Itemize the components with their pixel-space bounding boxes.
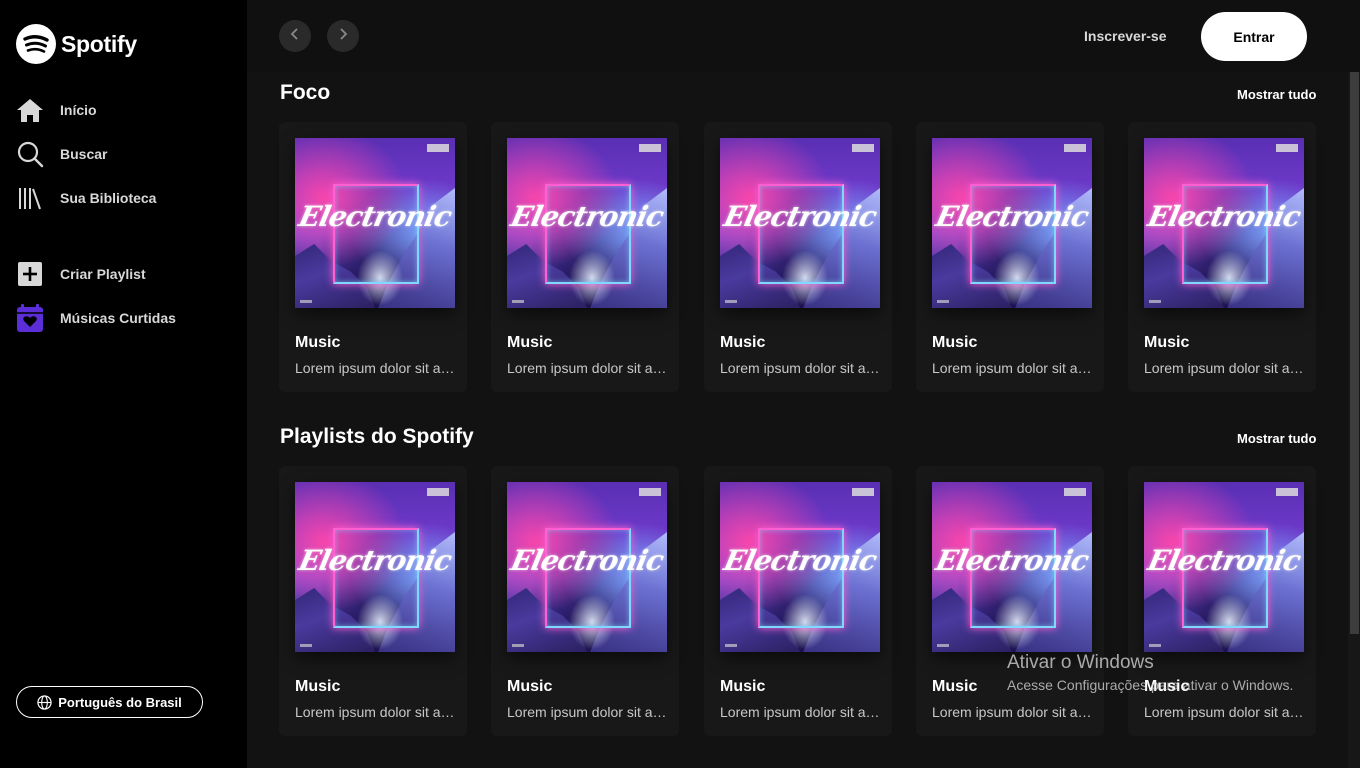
- globe-icon: [37, 694, 52, 710]
- cover-art-text: Electronic: [1144, 544, 1304, 577]
- forward-button[interactable]: [327, 20, 359, 52]
- cover-label-badge: [427, 144, 449, 152]
- signup-link[interactable]: Inscrever-se: [1084, 28, 1167, 44]
- home-icon: [16, 96, 44, 124]
- section-title[interactable]: Foco: [280, 81, 330, 105]
- playlist-card[interactable]: Electronic Music Lorem ipsum dolor sit a…: [1128, 122, 1316, 392]
- cover-label-badge: [1276, 144, 1298, 152]
- playlist-card[interactable]: Electronic Music Lorem ipsum dolor sit a…: [704, 466, 892, 736]
- sidebar-item-label: Músicas Curtidas: [60, 310, 176, 326]
- sidebar-item-label: Início: [60, 102, 97, 118]
- playlist-cover: Electronic: [720, 482, 880, 652]
- spotify-logo-icon: [16, 24, 56, 64]
- top-bar: Inscrever-se Entrar: [247, 0, 1360, 72]
- sidebar: Spotify Início Buscar Sua Biblioteca Cri…: [0, 0, 247, 768]
- windows-activation-subtitle: Acesse Configurações para ativar o Windo…: [1007, 677, 1294, 693]
- card-description: Lorem ipsum dolor sit amet consectetur: [720, 360, 880, 376]
- sidebar-item-home[interactable]: Início: [16, 94, 97, 126]
- card-title: Music: [932, 678, 978, 695]
- playlist-cover: Electronic: [295, 482, 455, 652]
- windows-activation-title: Ativar o Windows: [1007, 652, 1154, 673]
- sidebar-item-library[interactable]: Sua Biblioteca: [16, 182, 156, 214]
- chevron-left-icon: [288, 27, 302, 46]
- card-title: Music: [295, 334, 341, 351]
- cover-art-text: Electronic: [720, 200, 880, 233]
- cover-label-badge: [1064, 488, 1086, 496]
- card-description: Lorem ipsum dolor sit amet consectetur: [1144, 704, 1304, 720]
- cover-art-text: Electronic: [295, 200, 455, 233]
- playlist-card[interactable]: Electronic Music Lorem ipsum dolor sit a…: [491, 466, 679, 736]
- cover-art-text: Electronic: [720, 544, 880, 577]
- playlist-card[interactable]: Electronic Music Lorem ipsum dolor sit a…: [916, 466, 1104, 736]
- cover-label-badge: [852, 144, 874, 152]
- card-description: Lorem ipsum dolor sit amet consectetur: [932, 360, 1092, 376]
- cover-art-text: Electronic: [932, 200, 1092, 233]
- card-description: Lorem ipsum dolor sit amet consectetur: [507, 704, 667, 720]
- back-button[interactable]: [279, 20, 311, 52]
- playlist-card[interactable]: Electronic Music Lorem ipsum dolor sit a…: [704, 122, 892, 392]
- playlist-cover: Electronic: [1144, 138, 1304, 308]
- scrollbar[interactable]: [1348, 72, 1360, 768]
- card-description: Lorem ipsum dolor sit amet consectetur: [295, 704, 455, 720]
- playlist-card[interactable]: Electronic Music Lorem ipsum dolor sit a…: [1128, 466, 1316, 736]
- sidebar-item-label: Buscar: [60, 146, 108, 162]
- card-description: Lorem ipsum dolor sit amet consectetur: [507, 360, 667, 376]
- card-title: Music: [507, 334, 553, 351]
- cover-art-text: Electronic: [1144, 200, 1304, 233]
- sidebar-item-search[interactable]: Buscar: [16, 138, 107, 170]
- search-icon: [16, 140, 44, 168]
- cover-label-badge: [1276, 488, 1298, 496]
- scrollbar-thumb[interactable]: [1350, 72, 1359, 634]
- playlist-card[interactable]: Electronic Music Lorem ipsum dolor sit a…: [491, 122, 679, 392]
- card-description: Lorem ipsum dolor sit amet consectetur: [295, 360, 455, 376]
- card-title: Music: [507, 678, 553, 695]
- playlist-cover: Electronic: [932, 138, 1092, 308]
- cover-label-badge: [639, 144, 661, 152]
- library-icon: [16, 184, 44, 212]
- playlist-cover: Electronic: [1144, 482, 1304, 652]
- card-description: Lorem ipsum dolor sit amet consectetur: [1144, 360, 1304, 376]
- cover-art-text: Electronic: [295, 544, 455, 577]
- spotify-logo[interactable]: Spotify: [16, 24, 137, 64]
- playlist-cover: Electronic: [507, 138, 667, 308]
- heart-calendar-icon: [16, 304, 44, 332]
- playlist-card[interactable]: Electronic Music Lorem ipsum dolor sit a…: [279, 122, 467, 392]
- card-title: Music: [720, 678, 766, 695]
- card-title: Music: [295, 678, 341, 695]
- playlist-cover: Electronic: [507, 482, 667, 652]
- section-title[interactable]: Playlists do Spotify: [280, 425, 474, 449]
- card-title: Music: [932, 334, 978, 351]
- cover-art-text: Electronic: [507, 200, 667, 233]
- show-all-link[interactable]: Mostrar tudo: [1237, 431, 1316, 446]
- card-title: Music: [1144, 334, 1190, 351]
- card-description: Lorem ipsum dolor sit amet consectetur: [932, 704, 1092, 720]
- show-all-link[interactable]: Mostrar tudo: [1237, 87, 1316, 102]
- cover-art-text: Electronic: [932, 544, 1092, 577]
- cover-label-badge: [427, 488, 449, 496]
- plus-square-icon: [16, 260, 44, 288]
- playlist-cover: Electronic: [720, 138, 880, 308]
- playlist-cover: Electronic: [932, 482, 1092, 652]
- card-title: Music: [720, 334, 766, 351]
- sidebar-item-liked-songs[interactable]: Músicas Curtidas: [16, 302, 176, 334]
- card-description: Lorem ipsum dolor sit amet consectetur: [720, 704, 880, 720]
- cover-art-text: Electronic: [507, 544, 667, 577]
- playlist-card[interactable]: Electronic Music Lorem ipsum dolor sit a…: [279, 466, 467, 736]
- app-name: Spotify: [61, 30, 137, 57]
- language-label: Português do Brasil: [58, 694, 182, 710]
- cover-label-badge: [1064, 144, 1086, 152]
- language-button[interactable]: Português do Brasil: [16, 686, 203, 718]
- cover-label-badge: [639, 488, 661, 496]
- playlist-card[interactable]: Electronic Music Lorem ipsum dolor sit a…: [916, 122, 1104, 392]
- playlist-cover: Electronic: [295, 138, 455, 308]
- login-button[interactable]: Entrar: [1201, 12, 1307, 61]
- sidebar-item-create-playlist[interactable]: Criar Playlist: [16, 258, 146, 290]
- sidebar-item-label: Criar Playlist: [60, 266, 146, 282]
- chevron-right-icon: [336, 27, 350, 46]
- main-content: Inscrever-se Entrar Foco Mostrar tudo El…: [247, 0, 1360, 768]
- cover-label-badge: [852, 488, 874, 496]
- sidebar-item-label: Sua Biblioteca: [60, 190, 157, 206]
